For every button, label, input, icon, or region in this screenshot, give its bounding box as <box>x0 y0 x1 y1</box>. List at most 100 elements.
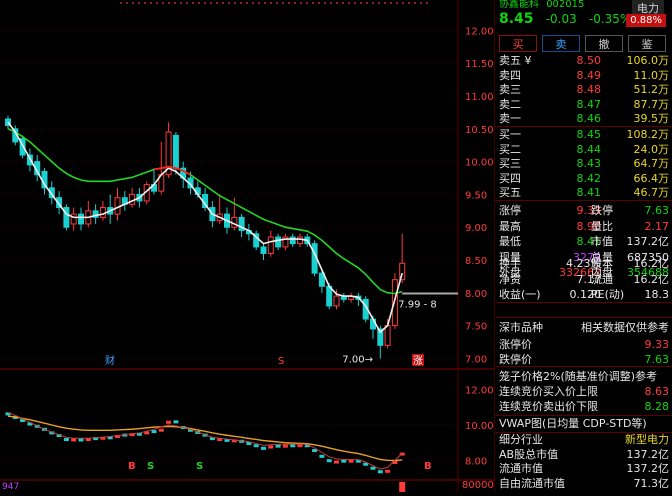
sub-bar <box>348 459 354 463</box>
ask-price: 8.48 <box>576 83 602 97</box>
sub-bar <box>71 438 77 442</box>
ask-row[interactable]: 卖一 8.46 39.5万 <box>495 111 672 126</box>
info-label: 流通市值 <box>499 462 543 476</box>
info-row[interactable]: 自由流通市值 71.3亿 <box>495 476 672 491</box>
current-price-label: 7.99 - 8 <box>398 299 437 310</box>
ask-row[interactable]: 卖三 8.48 51.2万 <box>495 82 672 97</box>
stats-row[interactable]: 涨停 9.33 跌停 7.63 <box>495 203 672 218</box>
candle-body <box>172 134 179 169</box>
limit-row[interactable]: 跌停价 7.63 <box>495 352 672 367</box>
cage-row[interactable]: 连续竞价卖出价下限 8.28 <box>495 399 672 414</box>
info-row[interactable]: 流通市值 137.2亿 <box>495 461 672 476</box>
ask-row[interactable]: 卖四 8.49 11.0万 <box>495 68 672 83</box>
dot-marker <box>342 2 344 4</box>
dot-marker <box>138 2 140 4</box>
signal-marker: S <box>147 461 154 472</box>
dot-marker <box>228 2 230 4</box>
bid-row[interactable]: 买四 8.42 66.4万 <box>495 171 672 186</box>
stat-label: 股本 <box>591 257 613 270</box>
sell-button[interactable]: 卖 <box>542 35 580 52</box>
dot-marker <box>288 2 290 4</box>
dot-marker <box>294 2 296 4</box>
price-tick-label: 11.00 <box>465 92 494 103</box>
cage-value: 8.63 <box>644 385 670 398</box>
candle-body <box>267 236 274 254</box>
bid-price: 8.42 <box>576 171 602 185</box>
price-tick-label: 8.00 <box>465 289 487 300</box>
info-label: AB股总市值 <box>499 447 559 461</box>
bid-price: 8.45 <box>576 128 602 141</box>
dot-marker <box>234 2 236 4</box>
candle-body <box>289 236 296 245</box>
ask-row[interactable]: 卖五 ¥ 8.50 106.0万 <box>495 53 672 68</box>
dot-marker <box>246 2 248 4</box>
dot-marker <box>216 2 218 4</box>
dot-marker <box>372 2 374 4</box>
bid-row[interactable]: 买一 8.45 108.2万 <box>495 127 672 142</box>
cage-title: 笼子价格2%(随基准价调整)参考 <box>499 370 658 383</box>
stats2-row[interactable]: 收益(一) 0.120 PE(动) 18.3 <box>495 287 672 302</box>
kline-chart[interactable]: 12.00 11.50 11.00 10.50 10.00 9.50 9.00 8.50 8.0… <box>0 0 494 496</box>
sub-bar <box>261 446 266 450</box>
diagnose-button[interactable]: 鉴 <box>628 35 666 52</box>
stat-label: 收益(一) <box>499 288 541 301</box>
ask-label: 卖四 <box>499 68 521 82</box>
info-row[interactable]: 细分行业 新型电力 <box>495 432 672 447</box>
stats-row[interactable]: 最低 8.41 市值 137.2亿 <box>495 234 672 249</box>
vwap-row[interactable]: VWAP图(日均量 CDP-STD等) <box>495 416 672 431</box>
ask-volume: 11.0万 <box>633 68 670 82</box>
cancel-order-button[interactable]: 撤 <box>585 35 623 52</box>
event-marker-s: S <box>278 356 284 367</box>
info-value: 71.3亿 <box>633 476 670 490</box>
dot-marker <box>420 2 422 4</box>
sub-bar <box>158 428 164 432</box>
bid-row[interactable]: 买五 8.41 46.7万 <box>495 185 672 200</box>
stats2-row[interactable]: 净资 7.17 流通 16.2亿 <box>495 272 672 287</box>
dot-marker <box>348 2 350 4</box>
vwap-label[interactable]: VWAP图(日均量 CDP-STD等) <box>499 416 647 431</box>
price-tick-label: 8.50 <box>465 256 487 267</box>
ask-label: 卖五 ¥ <box>499 54 532 67</box>
dot-marker <box>222 2 224 4</box>
buy-button[interactable]: 买 <box>499 35 537 52</box>
stats2-row[interactable]: 换手 4.23% 股本 16.2亿 <box>495 256 672 271</box>
stat-label: 市值 <box>591 235 613 248</box>
dot-marker <box>180 2 182 4</box>
volume-left-label: 947 <box>2 482 19 492</box>
dot-marker <box>396 2 398 4</box>
cage-value: 8.28 <box>644 399 670 413</box>
ask-price: 8.50 <box>576 54 602 67</box>
sub-bar <box>290 444 296 448</box>
candle-body <box>297 236 303 245</box>
dot-marker <box>324 2 326 4</box>
ask-label: 卖一 <box>499 112 521 126</box>
info-label: 细分行业 <box>499 433 543 446</box>
market-row: 深市品种 相关数据仅供参考 <box>495 320 672 335</box>
candle-body <box>260 246 267 254</box>
ask-row[interactable]: 卖二 8.47 87.7万 <box>495 97 672 112</box>
dot-marker <box>192 2 194 4</box>
sub-bar <box>370 466 376 470</box>
stats-row[interactable]: 最高 8.90 量比 2.17 <box>495 219 672 234</box>
limit-row[interactable]: 涨停价 9.33 <box>495 337 672 352</box>
dot-marker <box>300 2 302 4</box>
kline-svg[interactable]: 12.00 11.50 11.00 10.50 10.00 9.50 9.00 8.50 8.0… <box>0 0 494 496</box>
sub-bar <box>166 420 172 424</box>
dot-marker <box>120 2 122 4</box>
info-row[interactable]: AB股总市值 137.2亿 <box>495 447 672 462</box>
ask-label: 卖二 <box>499 97 521 111</box>
stock-name: 协鑫能科 <box>499 0 539 10</box>
ask-volume: 87.7万 <box>633 97 670 111</box>
bid-row[interactable]: 买二 8.44 24.0万 <box>495 142 672 157</box>
sub-bar <box>173 420 179 424</box>
dot-marker <box>354 2 356 4</box>
cage-row[interactable]: 连续竞价买入价上限 8.63 <box>495 384 672 399</box>
dot-marker <box>168 2 170 4</box>
bid-row[interactable]: 买三 8.43 64.7万 <box>495 156 672 171</box>
price-change: -0.03 <box>545 12 577 26</box>
sub-tick-label: 12.00 <box>465 386 494 397</box>
stat-value: 137.2亿 <box>626 235 670 248</box>
bid-volume: 46.7万 <box>633 186 670 200</box>
dot-marker <box>336 2 338 4</box>
bid-volume: 66.4万 <box>633 171 670 185</box>
